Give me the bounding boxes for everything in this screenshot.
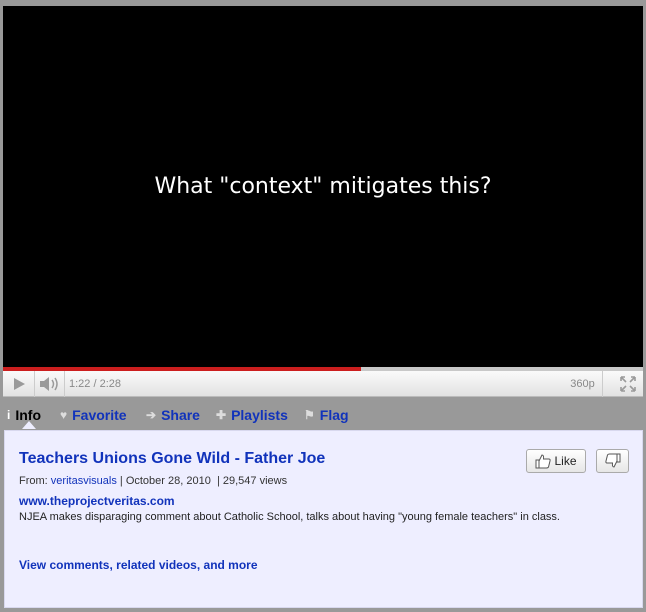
like-label: Like [554,454,577,468]
meta-separator: | [213,475,223,487]
video-caption: What "context" mitigates this? [154,174,492,199]
speaker-icon [39,377,58,391]
thumbs-down-icon [604,453,620,468]
tab-label: Favorite [72,407,127,423]
more-link[interactable]: View comments, related videos, and more [19,558,258,572]
play-icon [13,378,25,390]
fullscreen-icon [620,376,636,392]
heart-icon: ♥ [60,408,68,422]
tab-flag[interactable]: ⚑ Flag [304,404,349,426]
site-link[interactable]: www.theprojectveritas.com [19,494,175,508]
tab-share[interactable]: ➔ Share [146,404,200,426]
video-description: NJEA makes disparaging comment about Cat… [19,511,560,523]
player-controls: 1:22 / 2:28 360p [3,371,643,397]
tab-favorite[interactable]: ♥ Favorite [60,404,127,426]
play-button[interactable] [3,371,35,397]
from-label: From: [19,475,48,487]
time-display: 1:22 / 2:28 [69,378,121,390]
tab-label: Flag [319,407,349,423]
quality-button[interactable]: 360p [563,371,603,397]
info-icon: i [7,408,11,422]
view-count: 29,547 views [222,475,288,487]
volume-button[interactable] [35,371,65,397]
dislike-button[interactable] [596,449,629,473]
flag-icon: ⚑ [304,408,315,422]
upload-date: October 28, 2010 [125,475,211,487]
info-panel: Teachers Unions Gone Wild - Father Joe F… [4,430,643,608]
author-link[interactable]: veritasvisuals [51,475,117,487]
video-meta: From: veritasvisuals | October 28, 2010 … [19,475,287,487]
like-button[interactable]: Like [526,449,586,473]
thumbs-up-icon [535,454,552,469]
video-screen[interactable]: What "context" mitigates this? [3,6,643,367]
fullscreen-button[interactable] [615,371,641,397]
video-title[interactable]: Teachers Unions Gone Wild - Father Joe [19,450,325,468]
info-tabs: i Info ♥ Favorite ➔ Share ✚ Playlists ⚑ … [0,404,646,428]
plus-icon: ✚ [216,408,227,422]
active-tab-pointer [22,421,36,429]
arrow-right-icon: ➔ [146,408,157,422]
tab-playlists[interactable]: ✚ Playlists [216,404,288,426]
tab-label: Share [161,407,200,423]
video-player[interactable]: What "context" mitigates this? 1:22 / 2:… [3,6,643,397]
tab-label: Playlists [231,407,288,423]
